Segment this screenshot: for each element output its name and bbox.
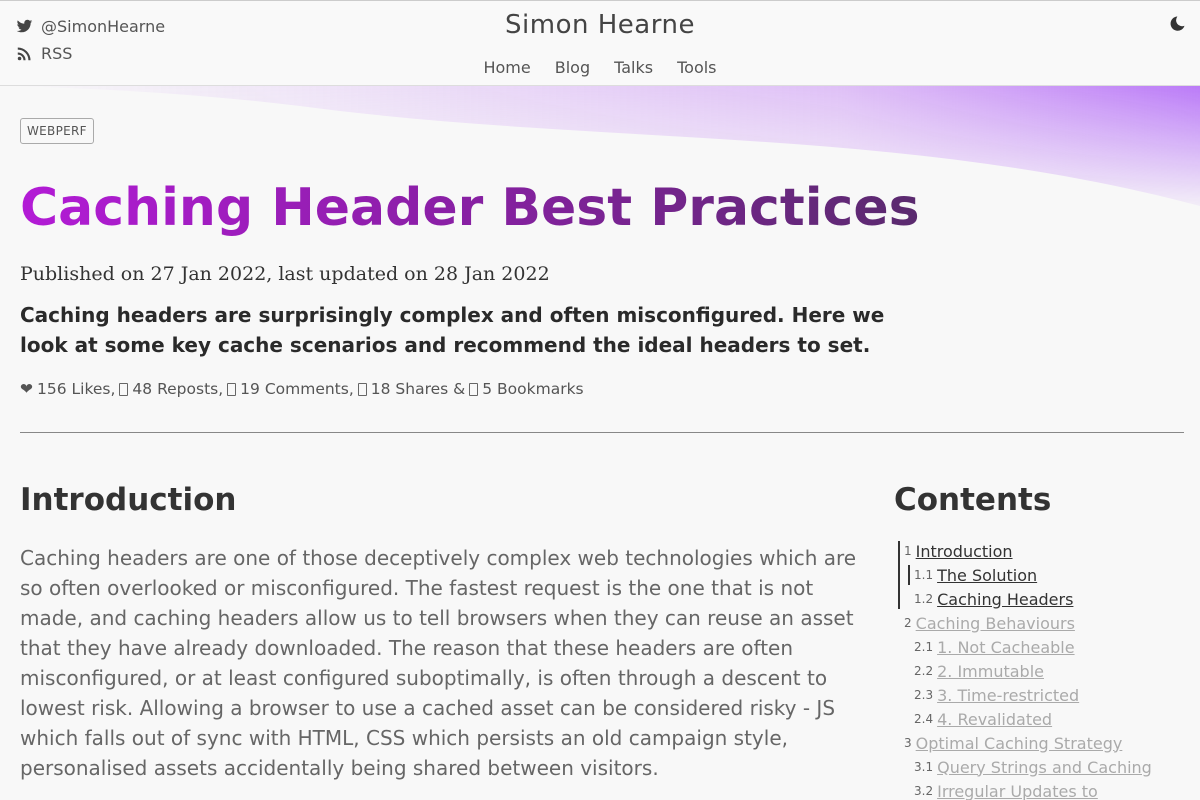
toc-item-number: 2.3 [914, 688, 934, 702]
publish-date: Published on 27 Jan 2022, last updated o… [20, 263, 550, 285]
toc-item: 3 Optimal Caching Strategy [894, 731, 1194, 755]
post-lead: Caching headers are surprisingly complex… [20, 303, 885, 357]
nav-home[interactable]: Home [483, 58, 530, 77]
intro-paragraph: Caching headers are one of those decepti… [20, 546, 857, 780]
toc-item: 1.1 The Solution [894, 563, 1194, 587]
toc-link[interactable]: Irregular Updates to [937, 782, 1098, 800]
toc-active-bar [898, 541, 900, 609]
toc-item: 2.3 3. Time-restricted [894, 683, 1194, 707]
divider [20, 432, 1184, 433]
toc-item-number: 2.2 [914, 664, 934, 678]
bookmarks-count[interactable]: 5 Bookmarks [469, 380, 584, 398]
toc-link[interactable]: 4. Revalidated [937, 710, 1052, 729]
shares-label: 18 Shares & [370, 380, 466, 398]
main-nav: Home Blog Talks Tools [0, 58, 1200, 77]
toc-link[interactable]: 2. Immutable [937, 662, 1044, 681]
toc-link[interactable]: Caching Behaviours [916, 614, 1075, 633]
bookmarks-label: 5 Bookmarks [482, 380, 584, 398]
comment-icon [227, 382, 237, 396]
toc-active-subbar [908, 565, 910, 585]
toc-item: 1.2 Caching Headers [894, 587, 1194, 611]
theme-toggle-button[interactable] [1168, 15, 1188, 35]
heart-icon: ❤ [20, 380, 33, 398]
likes-count[interactable]: ❤ 156 Likes, [20, 380, 115, 398]
toc-item-number: 2 [904, 616, 912, 630]
toc-link[interactable]: Introduction [916, 542, 1013, 561]
site-title[interactable]: Simon Hearne [0, 10, 1200, 40]
nav-tools[interactable]: Tools [677, 58, 716, 77]
toc-item-number: 3.2 [914, 784, 934, 798]
toc-link[interactable]: Query Strings and Caching [937, 758, 1152, 777]
shares-count[interactable]: 18 Shares & [357, 380, 466, 398]
section-heading: Introduction [20, 482, 237, 518]
share-icon [357, 382, 367, 396]
toc-item-number: 3.1 [914, 760, 934, 774]
toc-item: 2 Caching Behaviours [894, 611, 1194, 635]
repost-icon [119, 382, 129, 396]
reposts-label: 48 Reposts, [132, 380, 224, 398]
table-of-contents: 1 Introduction 1.1 The Solution 1.2 Caching H… [894, 539, 1194, 800]
toc-item-number: 2.1 [914, 640, 934, 654]
site-header: @SimonHearne RSS Simon Hearne Home Blog … [0, 0, 1200, 86]
toc-item-number: 1.1 [914, 568, 934, 582]
toc-item: 1 Introduction [894, 539, 1194, 563]
reposts-count[interactable]: 48 Reposts, [119, 380, 223, 398]
toc-item: 3.2 Irregular Updates to [894, 779, 1194, 800]
nav-talks[interactable]: Talks [614, 58, 653, 77]
post-title: Caching Header Best Practices [20, 178, 920, 238]
toc-item-number: 2.4 [914, 712, 934, 726]
bookmark-icon [469, 382, 479, 396]
nav-blog[interactable]: Blog [555, 58, 590, 77]
toc-item-number: 1 [904, 544, 912, 558]
toc-link[interactable]: 1. Not Cacheable [937, 638, 1074, 657]
toc-link[interactable]: Caching Headers [937, 590, 1073, 609]
comments-label: 19 Comments, [240, 380, 354, 398]
toc-item: 2.1 1. Not Cacheable [894, 635, 1194, 659]
toc-link[interactable]: The Solution [937, 566, 1037, 585]
toc-link[interactable]: 3. Time-restricted [937, 686, 1079, 705]
reactions-bar: ❤ 156 Likes, 48 Reposts, 19 Comments, 18… [20, 380, 584, 398]
toc-item: 3.1 Query Strings and Caching [894, 755, 1194, 779]
toc-item: 2.4 4. Revalidated [894, 707, 1194, 731]
toc-link[interactable]: Optimal Caching Strategy [916, 734, 1123, 753]
comments-count[interactable]: 19 Comments, [227, 380, 354, 398]
post-tag[interactable]: WEBPERF [20, 118, 94, 144]
toc-item: 2.2 2. Immutable [894, 659, 1194, 683]
moon-icon [1170, 16, 1185, 31]
toc-item-number: 1.2 [914, 592, 934, 606]
toc-item-number: 3 [904, 736, 912, 750]
toc-heading: Contents [894, 482, 1052, 518]
likes-label: 156 Likes, [37, 380, 116, 398]
